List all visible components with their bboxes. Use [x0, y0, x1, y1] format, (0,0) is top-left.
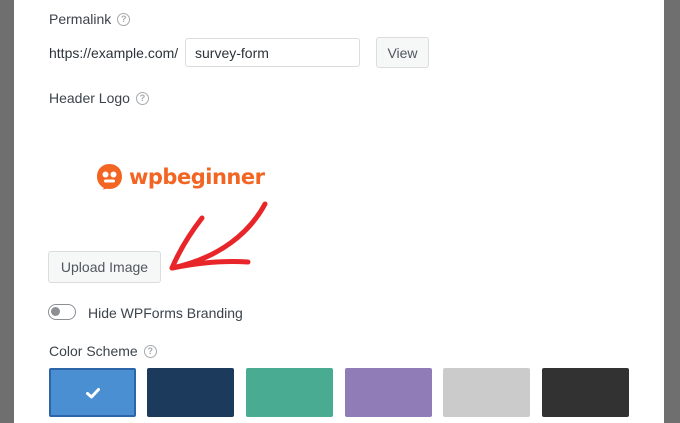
check-icon: [85, 387, 100, 398]
logo-text: wpbeginner: [129, 164, 265, 189]
hide-branding-label[interactable]: Hide WPForms Branding: [88, 305, 243, 321]
header-logo-label: Header Logo: [49, 90, 130, 106]
color-scheme-label-row: Color Scheme ?: [49, 343, 157, 359]
permalink-prefix: https://example.com/: [49, 45, 179, 61]
color-swatch-light-gray[interactable]: [443, 368, 530, 417]
color-swatch-charcoal[interactable]: [542, 368, 629, 417]
question-circle-icon[interactable]: ?: [135, 91, 149, 105]
hide-branding-label-row: Hide WPForms Branding: [88, 305, 243, 321]
wpbeginner-logo-icon: [97, 164, 122, 190]
permalink-label-row: Permalink ?: [49, 11, 131, 27]
settings-panel: Permalink ? https://example.com/ View He…: [14, 0, 664, 423]
question-circle-icon[interactable]: ?: [143, 344, 157, 358]
question-circle-icon[interactable]: ?: [117, 12, 131, 26]
color-scheme-label: Color Scheme: [49, 343, 138, 359]
toggle-knob: [51, 307, 60, 316]
permalink-slug-input[interactable]: [185, 38, 360, 67]
hide-branding-toggle[interactable]: [48, 304, 76, 320]
upload-image-button[interactable]: Upload Image: [48, 251, 161, 283]
header-logo-label-row: Header Logo ?: [49, 90, 149, 106]
header-logo-image: wpbeginner: [96, 163, 265, 190]
color-swatch-navy[interactable]: [147, 368, 234, 417]
color-swatch-purple[interactable]: [345, 368, 432, 417]
permalink-label: Permalink: [49, 11, 112, 27]
color-swatch-teal[interactable]: [246, 368, 333, 417]
view-button[interactable]: View: [376, 37, 429, 68]
color-swatch-blue[interactable]: [49, 368, 136, 417]
annotation-arrow-icon: [169, 201, 268, 271]
